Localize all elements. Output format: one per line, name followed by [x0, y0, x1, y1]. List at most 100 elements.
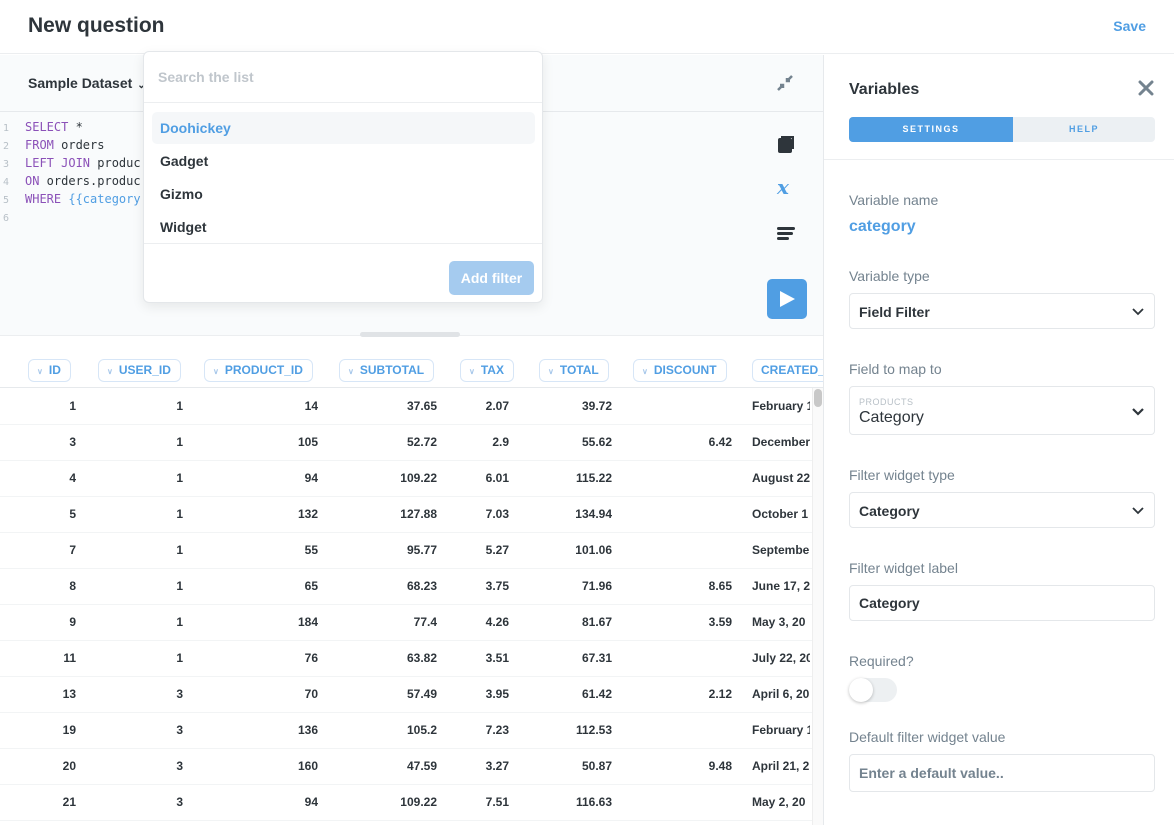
format-icon[interactable]	[776, 225, 796, 245]
variable-type-label: Variable type	[849, 268, 930, 284]
cell-discount: 8.65	[708, 579, 732, 593]
cell-product_id: 94	[304, 795, 318, 809]
page-title: New question	[28, 14, 165, 37]
widget-type-label: Filter widget type	[849, 467, 955, 483]
tab-help[interactable]: HELP	[1013, 117, 1155, 142]
add-filter-button[interactable]: Add filter	[449, 261, 534, 295]
cell-subtotal: 109.22	[400, 795, 437, 809]
code-line: 1 SELECT *	[0, 119, 141, 137]
cell-product_id: 105	[297, 435, 318, 449]
scrollbar-thumb[interactable]	[814, 389, 822, 407]
field-map-select[interactable]: PRODUCTS Category	[849, 386, 1155, 435]
required-toggle[interactable]	[849, 678, 897, 702]
table-row[interactable]: 5 1 132 127.88 7.03 134.94 October 1	[0, 497, 812, 533]
option-gizmo[interactable]: Gizmo	[152, 178, 535, 210]
cell-product_id: 136	[297, 723, 318, 737]
cell-subtotal: 52.72	[406, 435, 437, 449]
cell-id: 5	[69, 507, 76, 521]
chevron-down-icon: ∨	[213, 367, 219, 376]
variable-type-select[interactable]: Field Filter	[849, 293, 1155, 329]
column-header-tax[interactable]: ∨ TAX	[460, 359, 514, 382]
table-row[interactable]: 20 3 160 47.59 3.27 50.87 9.48 April 21, 2	[0, 749, 812, 785]
cell-product_id: 70	[304, 687, 318, 701]
column-header-label: TOTAL	[559, 363, 599, 377]
save-button[interactable]: Save	[1113, 18, 1146, 34]
widget-type-select[interactable]: Category	[849, 492, 1155, 528]
column-header-id[interactable]: ∨ ID	[28, 359, 71, 382]
panel-title: Variables	[849, 81, 920, 98]
column-header-total[interactable]: ∨ TOTAL	[539, 359, 609, 382]
vertical-scrollbar[interactable]	[812, 388, 823, 825]
table-row[interactable]: 21 3 94 109.22 7.51 116.63 May 2, 20	[0, 785, 812, 821]
chevron-down-icon: ∨	[642, 367, 648, 376]
snippets-icon[interactable]	[776, 135, 796, 155]
sql-keyword: LEFT JOIN	[25, 156, 91, 170]
cell-product_id: 14	[304, 399, 318, 413]
variable-name-value: category	[849, 218, 916, 235]
table-row[interactable]: 1 1 14 37.65 2.07 39.72 February 1	[0, 389, 812, 425]
run-button[interactable]	[767, 279, 807, 319]
cell-product_id: 160	[297, 759, 318, 773]
cell-subtotal: 105.2	[406, 723, 437, 737]
column-header-label: SUBTOTAL	[359, 363, 425, 377]
cell-tax: 3.51	[485, 651, 509, 665]
table-row[interactable]: 8 1 65 68.23 3.75 71.96 8.65 June 17, 2	[0, 569, 812, 605]
svg-text:x: x	[776, 177, 790, 197]
sql-code[interactable]: 1 SELECT * 2 FROM orders 3 LEFT JOIN produc 4 O…	[0, 119, 141, 225]
toggle-knob	[849, 678, 873, 702]
database-selector[interactable]: Sample Dataset ⌄	[28, 75, 146, 91]
search-list-input[interactable]	[158, 64, 518, 90]
sql-text: produc	[90, 156, 141, 170]
database-name: Sample Dataset	[28, 75, 133, 91]
cell-id: 13	[62, 687, 76, 701]
cell-total: 81.67	[581, 615, 612, 629]
cell-user_id: 1	[176, 543, 183, 557]
divider	[824, 159, 1174, 160]
cell-total: 101.06	[575, 543, 612, 557]
cell-created: July 22, 20	[752, 651, 810, 665]
cell-subtotal: 57.49	[406, 687, 437, 701]
cell-user_id: 3	[176, 795, 183, 809]
cell-total: 55.62	[581, 435, 612, 449]
table-row[interactable]: 3 1 105 52.72 2.9 55.62 6.42 December	[0, 425, 812, 461]
cell-product_id: 76	[304, 651, 318, 665]
collapse-icon[interactable]	[775, 73, 795, 93]
column-header-created[interactable]: CREATED_	[752, 359, 823, 382]
cell-id: 11	[63, 651, 76, 665]
chevron-down-icon	[1132, 507, 1144, 515]
cell-tax: 2.07	[485, 399, 509, 413]
line-number: 5	[3, 195, 10, 206]
cell-tax: 4.26	[485, 615, 509, 629]
option-doohickey[interactable]: Doohickey	[152, 112, 535, 144]
table-row[interactable]: 7 1 55 95.77 5.27 101.06 Septembe	[0, 533, 812, 569]
table-row[interactable]: 4 1 94 109.22 6.01 115.22 August 22	[0, 461, 812, 497]
widget-label-input[interactable]	[849, 585, 1155, 621]
line-number: 3	[3, 159, 10, 170]
cell-product_id: 184	[297, 615, 318, 629]
column-header-product_id[interactable]: ∨ PRODUCT_ID	[204, 359, 313, 382]
tab-settings[interactable]: SETTINGS	[849, 117, 1013, 142]
option-gadget[interactable]: Gadget	[152, 145, 535, 177]
cell-product_id: 65	[304, 579, 318, 593]
cell-user_id: 1	[176, 471, 183, 485]
table-row[interactable]: 19 3 136 105.2 7.23 112.53 February 1	[0, 713, 812, 749]
cell-product_id: 132	[297, 507, 318, 521]
table-row[interactable]: 13 3 70 57.49 3.95 61.42 2.12 April 6, 20	[0, 677, 812, 713]
column-header-subtotal[interactable]: ∨ SUBTOTAL	[339, 359, 435, 382]
cell-total: 112.53	[575, 723, 612, 737]
option-widget[interactable]: Widget	[152, 211, 535, 243]
cell-tax: 3.27	[485, 759, 509, 773]
default-value-input[interactable]	[849, 754, 1155, 792]
chevron-down-icon	[1132, 408, 1144, 416]
variables-icon[interactable]: x	[776, 175, 796, 199]
cell-product_id: 94	[304, 471, 318, 485]
cell-created: June 17, 2	[752, 579, 810, 593]
cell-subtotal: 77.4	[413, 615, 437, 629]
widget-label-label: Filter widget label	[849, 560, 958, 576]
cell-total: 115.22	[575, 471, 612, 485]
column-header-discount[interactable]: ∨ DISCOUNT	[633, 359, 727, 382]
table-row[interactable]: 9 1 184 77.4 4.26 81.67 3.59 May 3, 20	[0, 605, 812, 641]
table-row[interactable]: 11 1 76 63.82 3.51 67.31 July 22, 20	[0, 641, 812, 677]
close-icon[interactable]	[1138, 80, 1156, 98]
column-header-user_id[interactable]: ∨ USER_ID	[98, 359, 181, 382]
